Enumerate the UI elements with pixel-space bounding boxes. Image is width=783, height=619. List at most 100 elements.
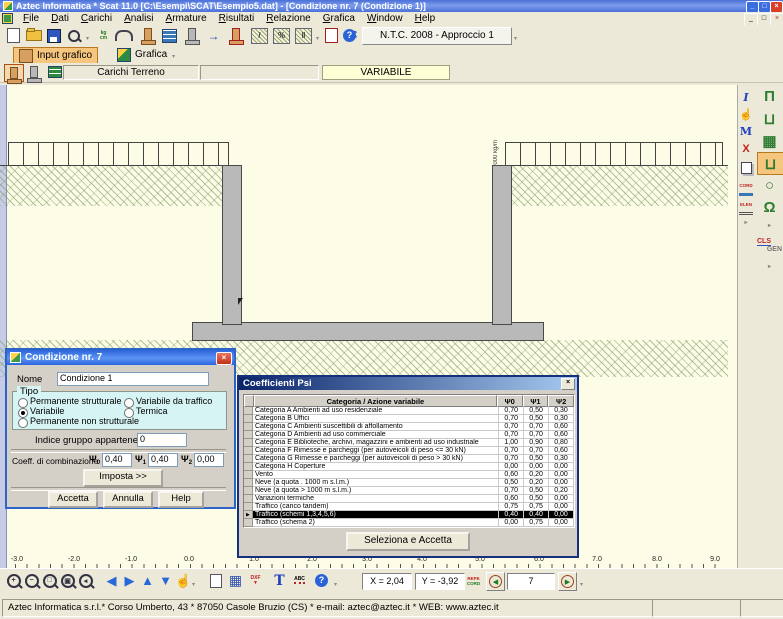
delete-tool-button[interactable]: X <box>739 141 753 156</box>
psi-row-selected[interactable]: ▶Traffico (schemi 1,3,4,5,6)0,400,400,00 <box>244 511 574 519</box>
analysis-2-button[interactable]: % <box>272 26 291 45</box>
shape-arch-button[interactable]: Ω <box>757 197 782 218</box>
new-file-button[interactable] <box>4 26 23 45</box>
imposta-button[interactable]: Imposta >> <box>83 469 163 487</box>
psi-row[interactable]: Variazioni termiche0,600,500,00 <box>244 495 574 503</box>
menu-file[interactable]: File <box>17 12 45 25</box>
load-group-label[interactable]: Carichi Terreno <box>63 65 199 80</box>
psi-row[interactable]: Categoria F Rimesse e parcheggi (per aut… <box>244 447 574 455</box>
psi-row[interactable]: Neve (a quota > 1000 m s.l.m.)0,700,500,… <box>244 487 574 495</box>
print-preview-button[interactable] <box>206 571 225 590</box>
shape-closedbox-button[interactable]: ▦ <box>757 130 782 151</box>
seleziona-accetta-button[interactable]: Seleziona e Accetta <box>346 532 470 551</box>
tab-grafica[interactable]: Grafica <box>112 47 172 62</box>
norms-button[interactable] <box>114 26 133 45</box>
pages-tool-button[interactable] <box>739 160 753 175</box>
pan-up-button[interactable]: ▲ <box>138 571 157 590</box>
psi1-input[interactable]: 0,40 <box>148 453 178 467</box>
grid-toggle-button[interactable]: ▦ <box>226 571 245 590</box>
list-tool-button[interactable]: ELEN <box>739 197 753 215</box>
coordinates-tool-button[interactable]: CORD <box>739 178 753 196</box>
load-type-3-button[interactable] <box>46 64 64 80</box>
shape-ushape-selected-button[interactable]: ⊔ <box>757 152 783 175</box>
pan-down-button[interactable]: ▼ <box>156 571 175 590</box>
next-condition-button[interactable]: ▶ <box>558 572 577 591</box>
previous-condition-button[interactable]: ◀ <box>486 572 505 591</box>
repe-cord-button[interactable]: REPECORD <box>464 571 483 590</box>
annulla-button[interactable]: Annulla <box>103 491 153 508</box>
psi-row[interactable]: Categoria H Coperture0,000,000,00 <box>244 463 574 471</box>
condition-number-box[interactable]: 7 <box>507 573 555 590</box>
psi0-input[interactable]: 0,40 <box>102 453 132 467</box>
psi-row[interactable]: Traffico (schema 2)0,000,750,00 <box>244 519 574 527</box>
pointer-hand-icon[interactable]: ☝ <box>739 107 753 122</box>
menu-armature[interactable]: Armature <box>160 12 213 25</box>
text-tool-button[interactable]: T <box>270 571 289 590</box>
zoom-in-button[interactable]: + <box>4 571 23 590</box>
menu-risultati[interactable]: Risultati <box>213 12 261 25</box>
units-button[interactable]: kgcm <box>94 26 113 45</box>
materials-button[interactable] <box>160 26 179 45</box>
accetta-button[interactable]: Accetta <box>48 491 98 508</box>
modify-tool-button[interactable]: M <box>739 124 753 139</box>
psi-row[interactable]: Categoria A Ambienti ad uso residenziale… <box>244 407 574 415</box>
zoom-window-button[interactable]: □ <box>40 571 59 590</box>
load-type-2-button[interactable] <box>25 64 43 80</box>
cls-gen-button[interactable]: CLS GEN <box>757 232 782 258</box>
drawing-canvas[interactable]: 1000 kg/m -3.0 -2.0 -1.0 0.0 1.0 2.0 3.0… <box>0 85 737 568</box>
radio-permanente-strutturale[interactable] <box>18 398 28 408</box>
psi-row[interactable]: Categoria D Ambienti ad uso commerciale0… <box>244 431 574 439</box>
psi-row[interactable]: Categoria E Biblioteche, archivi, magazz… <box>244 439 574 447</box>
help-button[interactable]: ? <box>340 26 359 45</box>
name-input[interactable]: Condizione 1 <box>57 372 209 386</box>
shape-ushape-button[interactable]: ⊔ <box>757 108 782 129</box>
menu-carichi[interactable]: Carichi <box>75 12 118 25</box>
help-button-dialog[interactable]: Help <box>158 491 204 508</box>
menu-help[interactable]: Help <box>409 12 442 25</box>
radio-permanente-non-strutturale[interactable] <box>18 418 28 428</box>
analysis-1-button[interactable]: / <box>250 26 269 45</box>
report-button[interactable] <box>322 26 341 45</box>
wall-dimensions-button[interactable] <box>226 26 245 45</box>
menu-window[interactable]: Window <box>361 12 409 25</box>
radio-variabile[interactable] <box>18 408 28 418</box>
loads-button[interactable]: → <box>204 26 223 45</box>
help-context-button[interactable]: ? <box>312 571 331 590</box>
psi-row[interactable]: Categoria B Uffici0,700,500,30 <box>244 415 574 423</box>
psi-row[interactable]: Categoria G Rimesse e parcheggi (per aut… <box>244 455 574 463</box>
radio-termica[interactable] <box>124 408 134 418</box>
psi-row[interactable]: Neve (a quota . 1000 m s.l.m.)0,500,200,… <box>244 479 574 487</box>
insert-tool-button[interactable]: I <box>739 90 753 105</box>
zoom-extents-button[interactable]: ▣ <box>58 571 77 590</box>
psi-close-icon[interactable]: × <box>561 378 575 390</box>
menu-dati[interactable]: Dati <box>45 12 75 25</box>
shape-portal-button[interactable]: Π <box>757 86 782 107</box>
zoom-previous-button[interactable]: ◂ <box>76 571 95 590</box>
radio-variabile-da-traffico[interactable] <box>124 398 134 408</box>
indice-input[interactable]: 0 <box>137 433 187 447</box>
char-style-button[interactable]: ABC <box>290 571 309 590</box>
dxf-export-button[interactable]: DXF▼ <box>246 571 265 590</box>
psi-row[interactable]: Traffico (carico tandem)0,750,750,00 <box>244 503 574 511</box>
menu-relazione[interactable]: Relazione <box>260 12 317 25</box>
open-file-button[interactable] <box>24 26 43 45</box>
psi2-input[interactable]: 0,00 <box>194 453 224 467</box>
menu-analisi[interactable]: Analisi <box>118 12 159 25</box>
menu-grafica[interactable]: Grafica <box>317 12 361 25</box>
file-preview-button[interactable] <box>64 26 83 45</box>
psi-row[interactable]: Categoria C Ambienti suscettibili di aff… <box>244 423 574 431</box>
soil-profile-button[interactable] <box>182 26 201 45</box>
tab-input-grafico[interactable]: Input grafico <box>13 47 98 64</box>
ntc-approccio-selector[interactable]: N.T.C. 2008 - Approccio 1 <box>362 27 512 45</box>
zoom-out-button[interactable]: − <box>22 571 41 590</box>
analysis-3-button[interactable]: ‖ <box>294 26 313 45</box>
shape-circular-button[interactable]: ○ <box>757 175 782 196</box>
pan-left-button[interactable]: ◀ <box>102 571 121 590</box>
load-type-1-button[interactable] <box>4 64 24 82</box>
psi-row[interactable]: Vento0,600,200,00 <box>244 471 574 479</box>
condition-close-icon[interactable]: × <box>216 352 232 365</box>
pan-hand-icon[interactable]: ☝ <box>174 571 193 590</box>
wall-geometry-button[interactable] <box>138 26 157 45</box>
save-file-button[interactable] <box>44 26 63 45</box>
pan-right-button[interactable]: ▶ <box>120 571 139 590</box>
